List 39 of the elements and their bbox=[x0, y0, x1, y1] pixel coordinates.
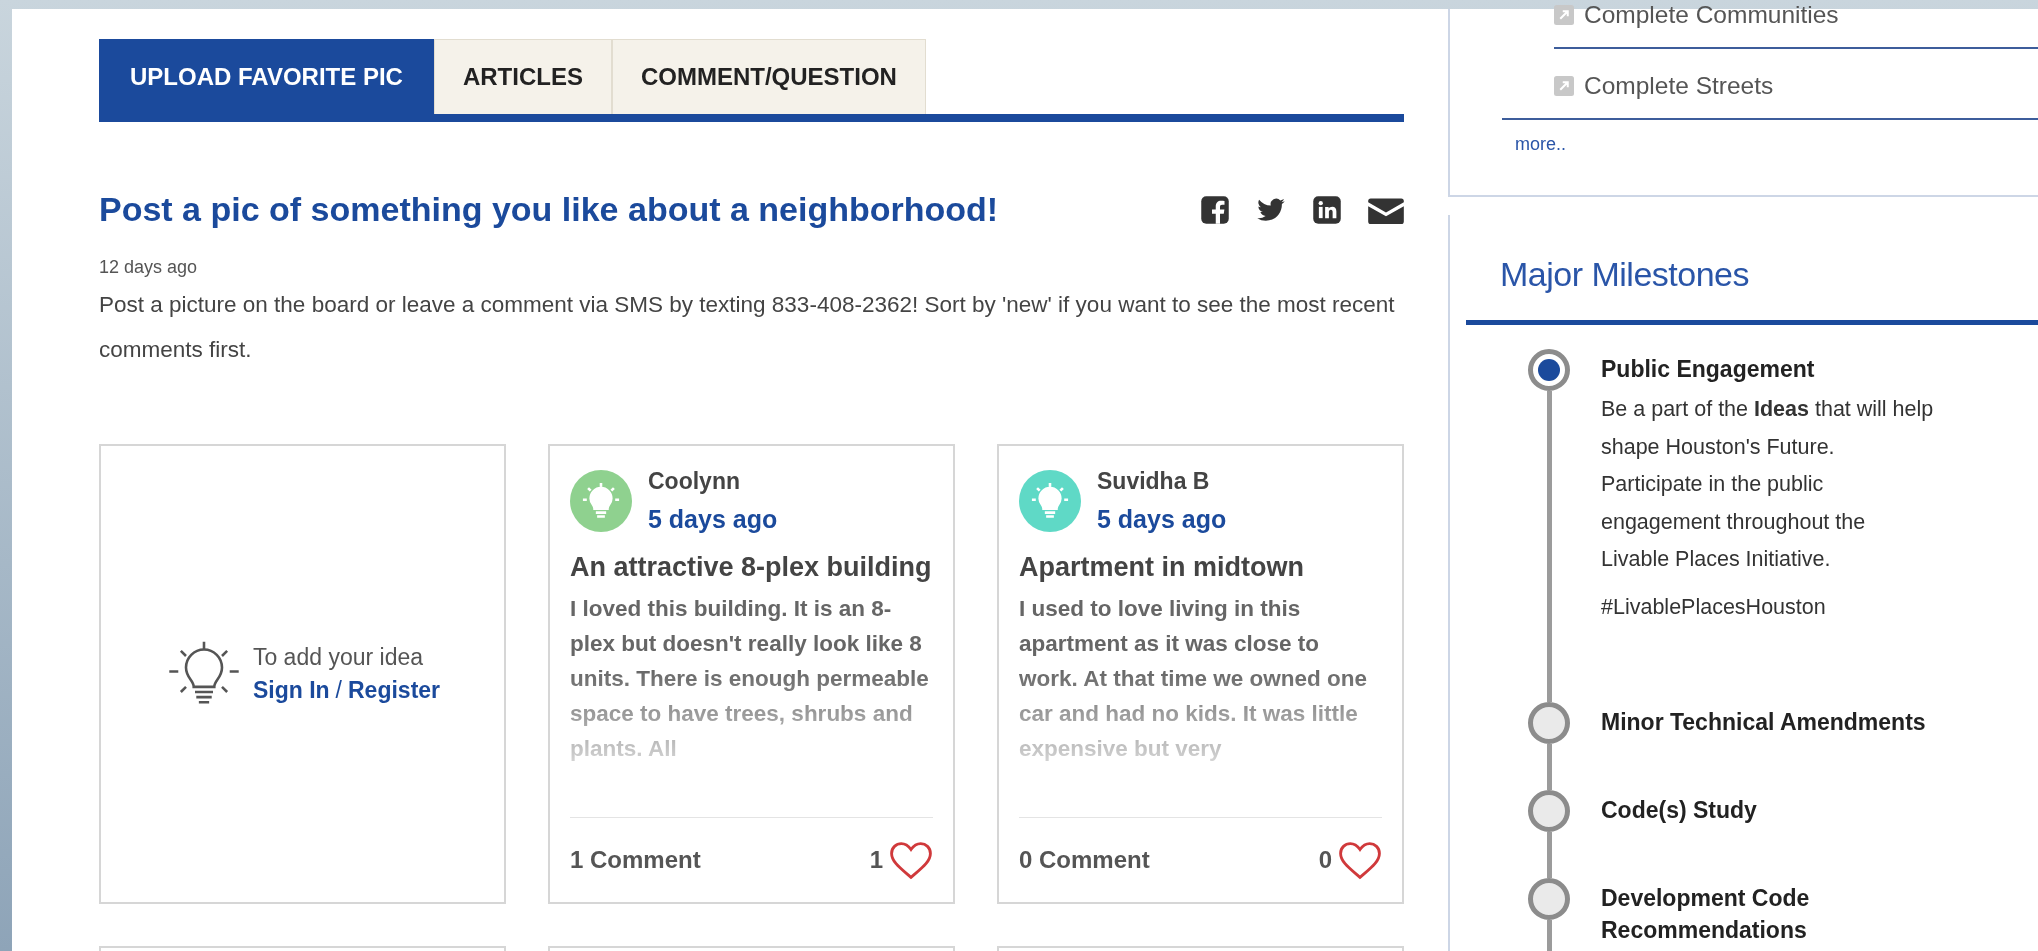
sidebar-link[interactable]: Complete Streets bbox=[1584, 72, 1774, 100]
register-link[interactable]: Register bbox=[348, 677, 441, 704]
tab[interactable]: UPLOAD FAVORITE PIC bbox=[99, 39, 434, 114]
hashtag: #LivablePlacesHouston bbox=[1601, 594, 1827, 621]
comment-count[interactable]: 0 Comment bbox=[1019, 846, 1313, 874]
link-icon bbox=[1554, 76, 1574, 96]
author-name: Coolynn bbox=[648, 468, 741, 495]
add-idea-prompt: To add your idea bbox=[252, 644, 424, 671]
post-title: Post a pic of something you like about a neighborhood! bbox=[99, 190, 999, 229]
post-time: 5 days ago bbox=[648, 505, 778, 534]
heart-icon[interactable] bbox=[889, 840, 933, 880]
linkedin-icon[interactable] bbox=[1312, 194, 1342, 225]
post-time: 5 days ago bbox=[1097, 505, 1227, 534]
separator: / bbox=[335, 677, 342, 704]
sign-in-link[interactable]: Sign In bbox=[252, 677, 330, 704]
milestone-title[interactable]: Code(s) Study bbox=[1601, 793, 1936, 826]
milestone-title[interactable]: Development Code Recommendations bbox=[1601, 881, 1936, 946]
like-count: 0 bbox=[1318, 846, 1332, 874]
milestone-title[interactable]: Public Engagement bbox=[1601, 353, 1936, 385]
author-name: Suvidha B bbox=[1097, 468, 1211, 495]
idea-excerpt: I loved this building. It is an 8-plex but doesn't really look like 8 units. There is enough permeable space to have trees, shrubs and plants. All bbox=[570, 595, 930, 763]
idea-title: An attractive 8-plex building bbox=[570, 552, 933, 583]
post-description: Post a picture on the board or leave a comment via SMS by texting 833-408-2362! Sort by 'new' if you want to see the most recent comments first. bbox=[99, 291, 1396, 364]
heart-icon[interactable] bbox=[1338, 840, 1382, 880]
idea-title: Apartment in midtown bbox=[1019, 552, 1305, 583]
like-count: 1 bbox=[869, 846, 883, 874]
tab[interactable]: ARTICLES bbox=[433, 39, 612, 114]
idea-card[interactable]: Suvidha B 5 days ago Apartment in midtown I used to love living in this apartment as it was close to work. At that time we owned one car and had no kids. It was little expensive but very 0 Comment 0 bbox=[997, 444, 1404, 904]
milestone-title[interactable]: Minor Technical Amendments bbox=[1601, 705, 1936, 738]
facebook-icon[interactable] bbox=[1200, 194, 1230, 225]
sidebar-link[interactable]: Complete Communities bbox=[1584, 1, 1839, 29]
idea-card[interactable] bbox=[548, 444, 955, 904]
milestones-heading: Major Milestones bbox=[1500, 255, 1750, 294]
tab[interactable]: COMMENT/QUESTION bbox=[611, 39, 926, 114]
post-date: 12 days ago bbox=[99, 257, 199, 278]
milestone-description: Be a part of the Ideas that will help shape Houston's Future. Participate in the public engagement throughout the Livable Places Initiative. bbox=[1601, 396, 1935, 573]
comment-count[interactable]: 1 Comment bbox=[570, 846, 864, 874]
idea-excerpt: I used to love living in this apartment as it was close to work. At that time we owned one car and had no kids. It was little expensive but very bbox=[1019, 595, 1368, 763]
more-link[interactable]: more.. bbox=[1515, 134, 1566, 155]
